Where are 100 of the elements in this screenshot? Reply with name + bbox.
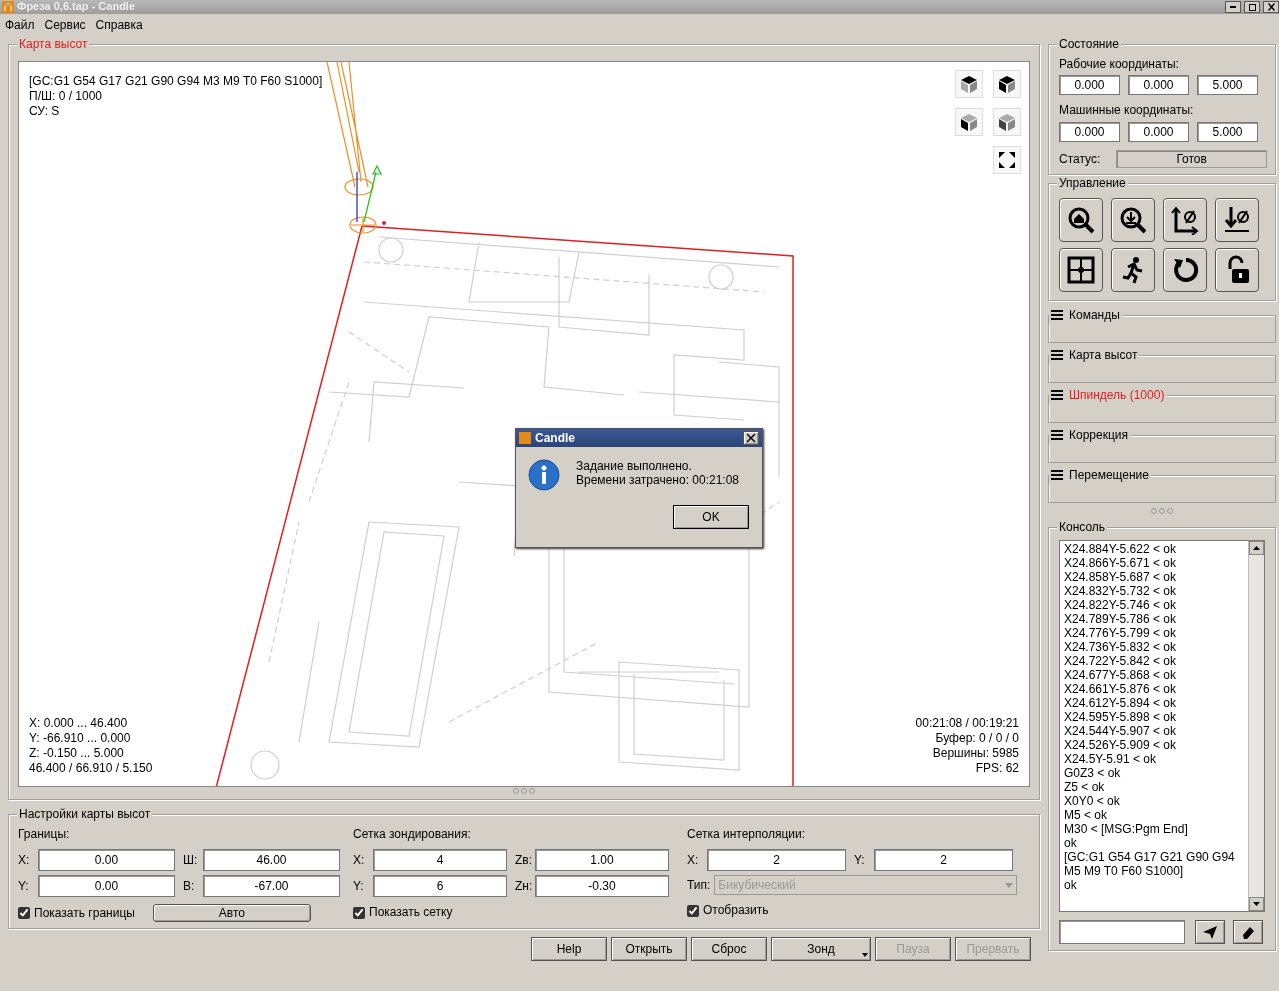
overlay-text: СУ: S — [29, 104, 61, 119]
close-button[interactable] — [1263, 1, 1279, 13]
arrow-zero-icon — [1222, 204, 1252, 235]
checkbox[interactable] — [353, 906, 365, 919]
scroll-down-icon — [1249, 896, 1264, 911]
action-button: Пауза — [875, 937, 951, 962]
action-button: Прервать — [955, 937, 1031, 962]
expand-icon — [997, 150, 1017, 170]
menu-item[interactable]: Сервис — [44, 17, 86, 33]
action-button[interactable]: Help — [531, 937, 607, 962]
overlay-text: 00:21:08 / 00:19:21 — [915, 716, 1019, 731]
section-label: Сетка интерполяции: — [687, 827, 807, 842]
number-field[interactable]: 0.00 — [38, 849, 175, 872]
console-line: X24.884Y-5.622 < ok — [1064, 541, 1177, 556]
console-line: ok — [1064, 835, 1078, 850]
cube-icon — [959, 74, 979, 94]
number-field[interactable]: 46.00 — [203, 849, 340, 872]
console-line: X24.526Y-5.909 < ok — [1064, 737, 1177, 752]
group-title: Настройки карты высот — [17, 807, 153, 821]
menu-item[interactable]: Справка — [95, 17, 143, 33]
control-button[interactable] — [1059, 247, 1103, 292]
field-label: Статус: — [1059, 151, 1101, 166]
coordinate-field[interactable]: 0.000 — [1059, 75, 1120, 96]
console-line: G0Z3 < ok — [1064, 765, 1122, 780]
cube-icon — [997, 112, 1017, 132]
splitter-handle-icon — [512, 787, 536, 795]
coordinate-field[interactable]: 5.000 — [1197, 121, 1258, 142]
control-button[interactable] — [1215, 197, 1259, 242]
minimize-button[interactable] — [1225, 1, 1241, 13]
console-line: X24.832Y-5.732 < ok — [1064, 583, 1177, 598]
overlay-text: Буфер: 0 / 0 / 0 — [934, 731, 1019, 746]
number-field[interactable]: 2 — [707, 849, 846, 872]
view-button[interactable] — [993, 108, 1021, 136]
control-button[interactable] — [1215, 247, 1259, 292]
ok-button[interactable]: OK — [673, 505, 749, 529]
dropdown-arrow-icon — [862, 953, 868, 958]
close-button[interactable] — [743, 431, 759, 445]
field-label: Рабочие координаты: — [1059, 57, 1180, 72]
console-line: X0Y0 < ok — [1064, 793, 1121, 808]
overlay-text: Вершины: 5985 — [931, 746, 1019, 761]
overlay-text: FPS: 62 — [974, 761, 1019, 776]
coordinate-field[interactable]: 0.000 — [1128, 121, 1189, 142]
menu-icon — [1051, 429, 1063, 440]
number-field[interactable]: -0.30 — [535, 875, 669, 898]
control-button[interactable] — [1163, 247, 1207, 292]
clear-button[interactable] — [1233, 919, 1263, 944]
coordinate-field[interactable]: 0.000 — [1128, 75, 1189, 96]
overlay-text: Y: -66.910 ... 0.000 — [29, 731, 132, 746]
overlay-text: X: 0.000 ... 46.400 — [29, 716, 129, 731]
maximize-button[interactable] — [1244, 1, 1260, 13]
checkbox-label: Отобразить — [703, 903, 769, 918]
view-button[interactable] — [955, 70, 983, 98]
console-line: X24.677Y-5.868 < ok — [1064, 667, 1177, 682]
console-line: Z5 < ok — [1064, 779, 1106, 794]
control-button[interactable] — [1111, 247, 1155, 292]
checkbox[interactable] — [687, 904, 699, 917]
action-button[interactable]: Зонд — [771, 937, 871, 962]
fit-view-button[interactable] — [993, 146, 1021, 174]
group-title: Консоль — [1057, 519, 1108, 534]
menu-item[interactable]: Файл — [5, 17, 35, 33]
scrollbar[interactable] — [1248, 540, 1264, 911]
console-line: X24.822Y-5.746 < ok — [1064, 597, 1177, 612]
action-button[interactable]: Открыть — [611, 937, 687, 962]
control-button[interactable] — [1059, 197, 1103, 242]
splitter-handle-icon — [1150, 506, 1174, 515]
field-label: X: — [353, 853, 366, 868]
number-field[interactable]: 4 — [373, 849, 507, 872]
command-input[interactable] — [1059, 919, 1185, 944]
action-button[interactable]: Сброс — [691, 937, 767, 962]
status-field: Готов — [1116, 149, 1267, 168]
console-line: X24.776Y-5.799 < ok — [1064, 625, 1177, 640]
coordinate-field[interactable]: 5.000 — [1197, 75, 1258, 96]
menu-icon — [1051, 309, 1063, 320]
overlay-text: [GC:G1 G54 G17 G21 G90 G94 M3 M9 T0 F60 S1000] — [29, 74, 323, 89]
view-button[interactable] — [993, 70, 1021, 98]
number-field[interactable]: 2 — [874, 849, 1013, 872]
number-field[interactable]: 1.00 — [535, 849, 669, 872]
field-label: X: — [687, 853, 700, 868]
coordinate-field[interactable]: 0.000 — [1059, 121, 1120, 142]
close-icon — [1267, 3, 1275, 11]
group-title: Состояние — [1057, 37, 1121, 51]
console-line: X24.736Y-5.832 < ok — [1064, 639, 1177, 654]
auto-button[interactable]: Авто — [152, 904, 311, 923]
control-button[interactable] — [1111, 197, 1155, 242]
cube-icon — [959, 112, 979, 132]
number-field[interactable]: 6 — [373, 875, 507, 898]
checkbox-label: Показать границы — [34, 906, 135, 921]
number-field[interactable]: -67.00 — [203, 875, 340, 898]
console-line: X24.544Y-5.907 < ok — [1064, 723, 1177, 738]
number-field[interactable]: 0.00 — [38, 875, 175, 898]
control-button[interactable] — [1163, 197, 1207, 242]
send-button[interactable] — [1195, 919, 1225, 944]
overlay-text: П/Ш: 0 / 1000 — [29, 89, 103, 104]
menu-icon — [1051, 389, 1063, 400]
checkbox[interactable] — [18, 907, 30, 920]
console-line: M5 < ok — [1064, 807, 1109, 822]
view-button[interactable] — [955, 108, 983, 136]
field-label: Zв: — [515, 853, 531, 868]
field-label: Ш: — [183, 853, 199, 868]
console-line: X24.612Y-5.894 < ok — [1064, 695, 1177, 710]
